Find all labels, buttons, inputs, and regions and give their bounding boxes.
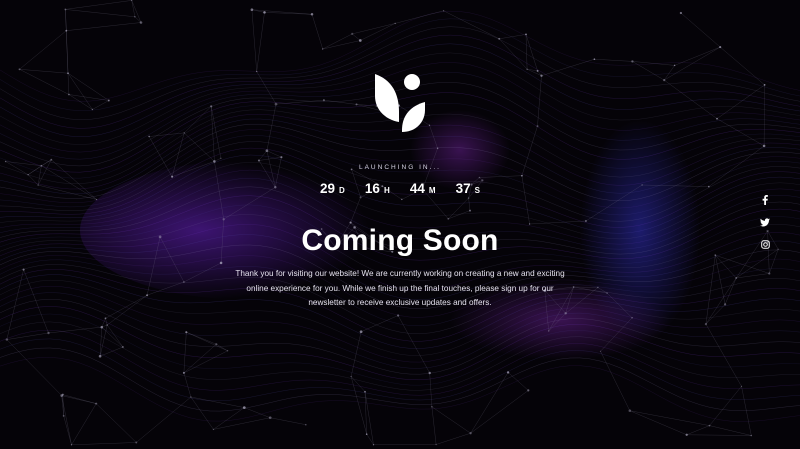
facebook-icon: [762, 195, 768, 205]
brand-logo: [375, 74, 425, 132]
countdown-hours-value: 16: [364, 181, 380, 196]
launching-label: LAUNCHING IN...: [358, 164, 441, 171]
countdown-minutes-unit: M: [428, 186, 436, 195]
countdown-minutes-value: 44: [409, 181, 425, 196]
page-description: Thank you for visiting our website! We a…: [235, 269, 565, 308]
instagram-icon: [760, 239, 770, 249]
social-links: [757, 192, 773, 258]
countdown-timer: 29 D 16 H 44 M 37 S: [320, 181, 480, 201]
countdown-days-value: 29: [320, 181, 336, 196]
twitter-icon: [760, 217, 770, 226]
instagram-link[interactable]: [757, 236, 773, 252]
countdown-days-unit: D: [339, 186, 345, 195]
facebook-link[interactable]: [757, 192, 773, 208]
countdown-minutes: 44 M: [410, 181, 436, 196]
countdown-hours-unit: H: [383, 186, 390, 195]
countdown-hours: 16 H: [365, 181, 390, 196]
page-title: Coming Soon: [301, 224, 499, 257]
countdown-seconds-value: 37: [455, 181, 471, 196]
countdown-seconds-unit: S: [474, 186, 480, 195]
twitter-link[interactable]: [757, 214, 773, 230]
countdown-seconds: 37 S: [456, 181, 480, 196]
countdown-days: 29 D: [320, 181, 345, 196]
